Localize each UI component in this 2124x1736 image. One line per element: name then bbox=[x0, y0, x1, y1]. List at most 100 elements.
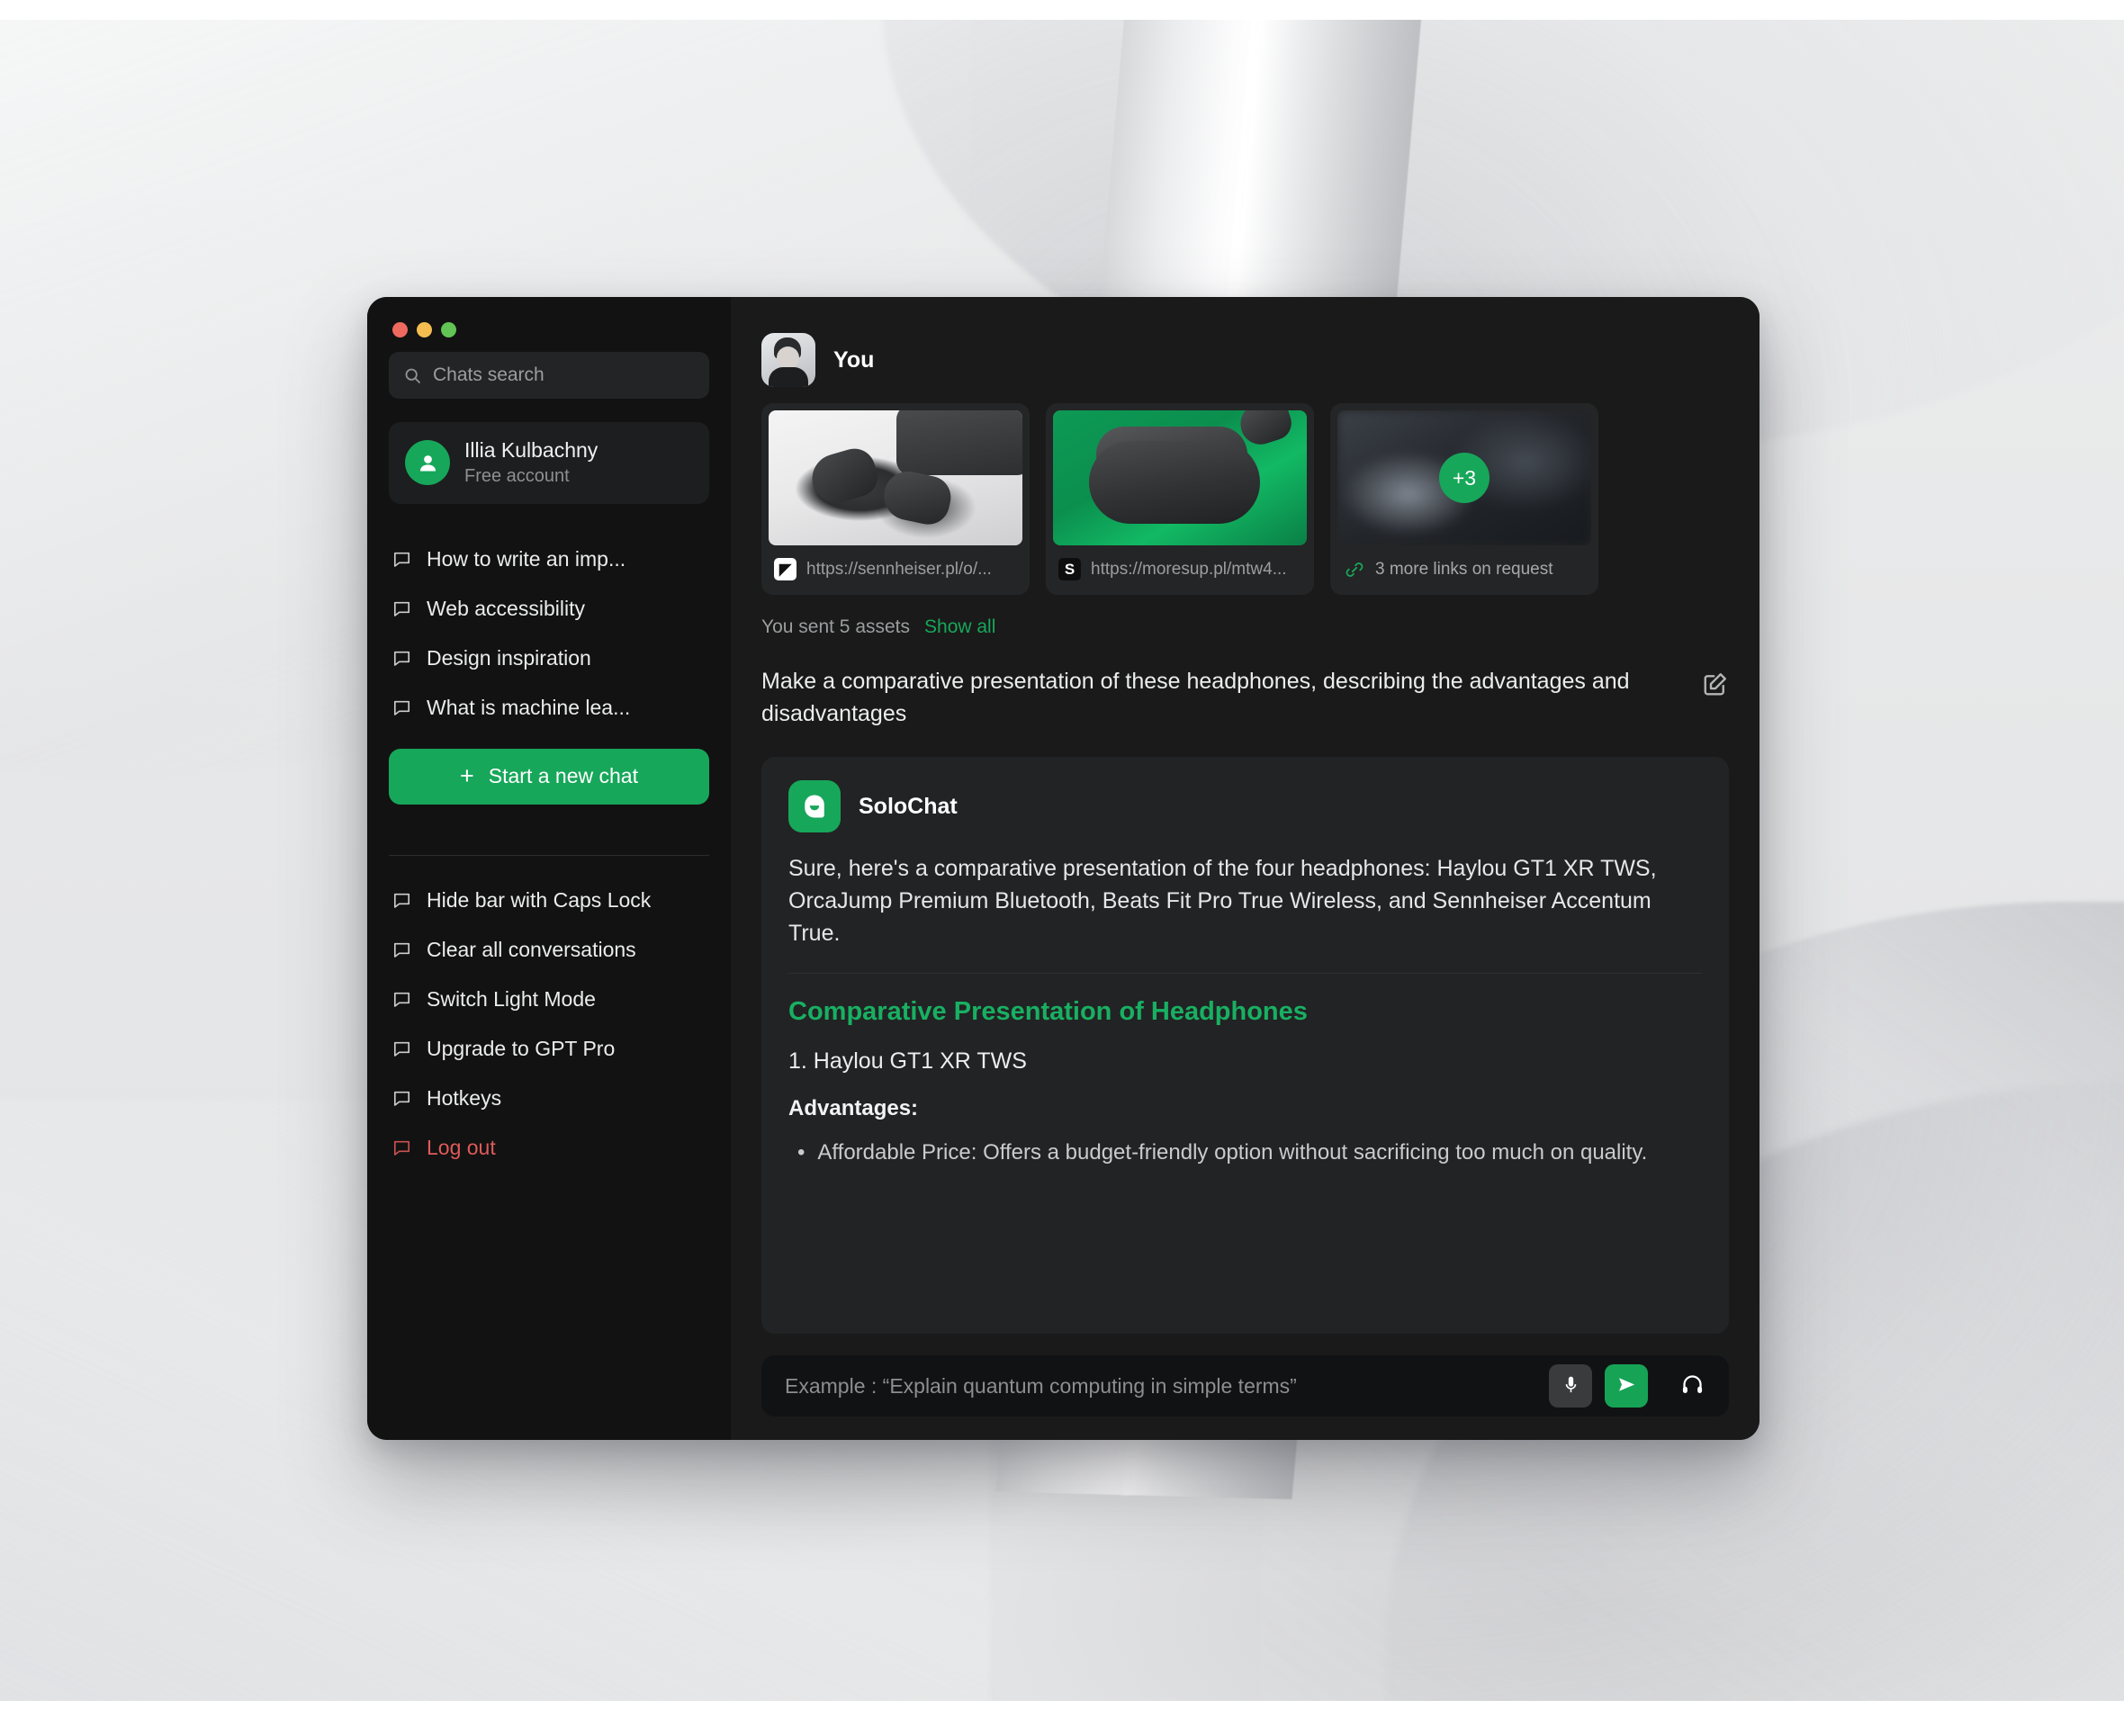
sidebar-chat-label: What is machine lea... bbox=[427, 695, 631, 719]
headphones-icon bbox=[1680, 1372, 1705, 1399]
sidebar-item-hide-bar-caps-lock[interactable]: Hide bar with Caps Lock bbox=[389, 876, 709, 925]
sidebar-setting-label: Hotkeys bbox=[427, 1085, 502, 1110]
answer-bullet-text: Affordable Price: Offers a budget-friend… bbox=[817, 1140, 1648, 1165]
send-button[interactable] bbox=[1605, 1364, 1648, 1408]
assets-count-label: You sent 5 assets bbox=[761, 616, 911, 637]
sidebar-chat-label: Design inspiration bbox=[427, 645, 591, 670]
sidebar-chat-item-1[interactable]: Web accessibility bbox=[389, 584, 709, 634]
send-paper-plane-icon bbox=[1616, 1374, 1637, 1398]
moresup-favicon: S bbox=[1058, 558, 1081, 580]
bullet-dot-icon: • bbox=[797, 1140, 806, 1165]
chat-bubble-icon bbox=[392, 649, 411, 668]
chat-bubble-icon bbox=[392, 940, 411, 959]
more-assets-badge: +3 bbox=[1439, 453, 1490, 503]
asset-url-label: https://sennheiser.pl/o/... bbox=[806, 559, 992, 579]
asset-more-links-label: 3 more links on request bbox=[1375, 559, 1553, 579]
sidebar-divider bbox=[389, 854, 709, 856]
top-white-band bbox=[0, 0, 2124, 20]
zoom-window-button[interactable] bbox=[441, 322, 456, 337]
sidebar-setting-label: Hide bar with Caps Lock bbox=[427, 887, 652, 912]
chats-search-box[interactable] bbox=[389, 352, 709, 399]
asset-card-more-links[interactable]: +3 3 more links on request bbox=[1330, 403, 1598, 595]
solochat-bot-icon bbox=[788, 780, 841, 832]
plus-icon: + bbox=[460, 762, 474, 790]
assistant-message-header: SoloChat bbox=[788, 780, 1702, 832]
start-new-chat-button[interactable]: + Start a new chat bbox=[389, 748, 709, 805]
chat-bubble-icon bbox=[392, 891, 411, 910]
sidebar-chat-item-0[interactable]: How to write an imp... bbox=[389, 535, 709, 584]
minimize-window-button[interactable] bbox=[417, 322, 432, 337]
asset-thumbnail-image bbox=[769, 410, 1022, 545]
answer-bullet-item: • Affordable Price: Offers a budget-frie… bbox=[788, 1138, 1702, 1169]
window-traffic-lights bbox=[389, 317, 709, 352]
sidebar: Illia Kulbachny Free account How to writ… bbox=[367, 297, 731, 1440]
sidebar-setting-label: Log out bbox=[427, 1135, 496, 1159]
assistant-intro-text: Sure, here's a comparative presentation … bbox=[788, 856, 1657, 946]
sidebar-setting-label: Upgrade to GPT Pro bbox=[427, 1036, 616, 1060]
user-message-row: Make a comparative presentation of these… bbox=[761, 665, 1729, 730]
asset-thumbnail-blurred: +3 bbox=[1337, 410, 1591, 545]
start-new-chat-label: Start a new chat bbox=[488, 764, 638, 788]
answer-item-heading: 1. Haylou GT1 XR TWS bbox=[788, 1048, 1027, 1074]
chat-history-list: How to write an imp... Web accessibility… bbox=[389, 535, 709, 733]
avatar-body bbox=[769, 367, 808, 387]
assistant-name: SoloChat bbox=[859, 793, 958, 819]
user-message-text: Make a comparative presentation of these… bbox=[761, 669, 1630, 726]
asset-card-moresup[interactable]: S https://moresup.pl/mtw4... bbox=[1046, 403, 1314, 595]
assets-summary-row: You sent 5 assets Show all bbox=[761, 616, 1729, 638]
asset-more-links-row: 3 more links on request bbox=[1337, 545, 1591, 595]
bottom-white-band bbox=[0, 1701, 2124, 1736]
asset-url-label: https://moresup.pl/mtw4... bbox=[1091, 559, 1287, 579]
asset-cards-row: ◤ https://sennheiser.pl/o/... S https://… bbox=[761, 403, 1729, 595]
sidebar-item-log-out[interactable]: Log out bbox=[389, 1123, 709, 1173]
sidebar-setting-label: Clear all conversations bbox=[427, 937, 636, 961]
chat-bubble-icon bbox=[392, 550, 411, 569]
composer-area bbox=[761, 1334, 1729, 1440]
link-chain-icon bbox=[1343, 558, 1365, 580]
sidebar-chat-label: Web accessibility bbox=[427, 596, 585, 620]
search-icon bbox=[403, 366, 422, 385]
sidebar-chat-item-3[interactable]: What is machine lea... bbox=[389, 683, 709, 733]
chat-bubble-icon bbox=[392, 1089, 411, 1108]
sidebar-settings-list: Hide bar with Caps Lock Clear all conver… bbox=[389, 876, 709, 1173]
user-name: You bbox=[833, 346, 875, 373]
account-name: Illia Kulbachny bbox=[464, 438, 598, 462]
sidebar-item-hotkeys[interactable]: Hotkeys bbox=[389, 1074, 709, 1123]
sidebar-item-clear-all-conversations[interactable]: Clear all conversations bbox=[389, 925, 709, 975]
content-fade-overlay bbox=[761, 1226, 1729, 1334]
message-input[interactable] bbox=[785, 1373, 1536, 1399]
account-avatar bbox=[405, 440, 450, 486]
assistant-divider bbox=[788, 973, 1702, 974]
avatar-face bbox=[777, 346, 799, 369]
show-all-assets-link[interactable]: Show all bbox=[924, 616, 995, 638]
asset-card-sennheiser[interactable]: ◤ https://sennheiser.pl/o/... bbox=[761, 403, 1030, 595]
earbuds-case-body-shape bbox=[1089, 441, 1260, 524]
headphones-button[interactable] bbox=[1666, 1360, 1718, 1412]
sidebar-chat-item-2[interactable]: Design inspiration bbox=[389, 634, 709, 683]
chat-bubble-icon bbox=[392, 990, 411, 1009]
asset-url-row: S https://moresup.pl/mtw4... bbox=[1053, 545, 1307, 595]
chat-bubble-icon bbox=[392, 698, 411, 717]
asset-url-row: ◤ https://sennheiser.pl/o/... bbox=[769, 545, 1022, 595]
sidebar-item-switch-light-mode[interactable]: Switch Light Mode bbox=[389, 975, 709, 1024]
account-card[interactable]: Illia Kulbachny Free account bbox=[389, 422, 709, 504]
avatar bbox=[761, 333, 815, 387]
microphone-button[interactable] bbox=[1549, 1364, 1592, 1408]
microphone-icon bbox=[1561, 1374, 1581, 1398]
chat-bubble-icon bbox=[392, 1138, 411, 1157]
sidebar-item-upgrade-gpt-pro[interactable]: Upgrade to GPT Pro bbox=[389, 1024, 709, 1074]
edit-square-icon[interactable] bbox=[1702, 670, 1729, 697]
close-window-button[interactable] bbox=[392, 322, 408, 337]
earbud-right-shape bbox=[879, 466, 955, 529]
app-window: Illia Kulbachny Free account How to writ… bbox=[367, 297, 1760, 1440]
sennheiser-favicon: ◤ bbox=[774, 558, 796, 580]
asset-thumbnail-image bbox=[1053, 410, 1307, 545]
assistant-message-card: SoloChat Sure, here's a comparative pres… bbox=[761, 757, 1729, 1334]
sidebar-chat-label: How to write an imp... bbox=[427, 546, 626, 571]
chat-panel: You ◤ https://sennheiser.pl/o/... S http… bbox=[731, 297, 1760, 1440]
message-composer bbox=[761, 1355, 1729, 1417]
search-input[interactable] bbox=[433, 364, 695, 386]
answer-heading: Comparative Presentation of Headphones bbox=[788, 997, 1308, 1026]
sidebar-setting-label: Switch Light Mode bbox=[427, 986, 596, 1011]
chat-bubble-icon bbox=[392, 599, 411, 618]
